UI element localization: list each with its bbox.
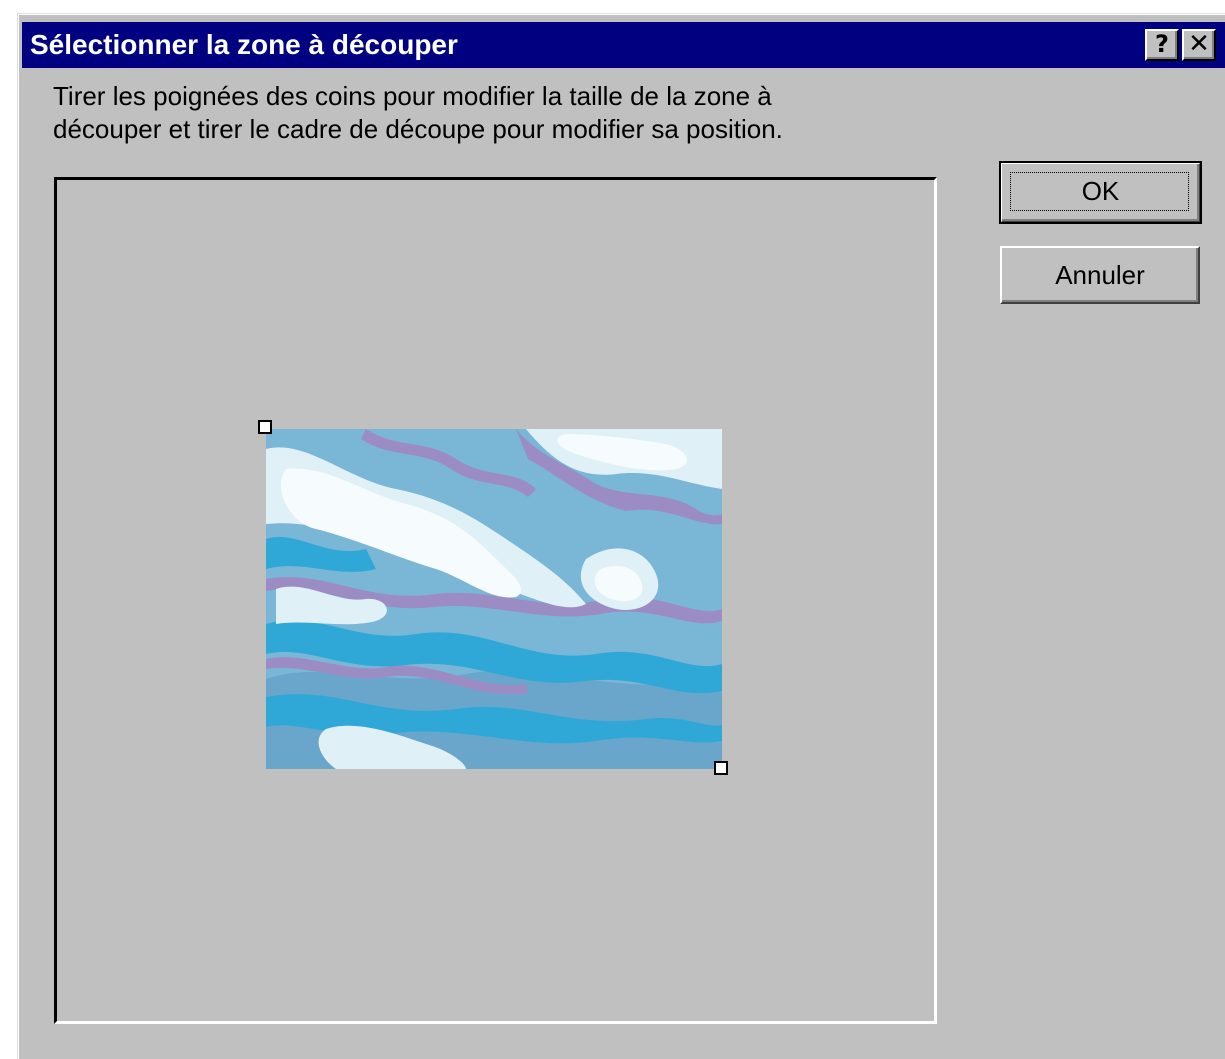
clouds-picture	[266, 429, 722, 769]
cancel-button[interactable]: Annuler	[1000, 246, 1200, 304]
instruction-line-2: découper et tirer le cadre de découpe po…	[53, 114, 783, 144]
crop-dialog: Sélectionner la zone à découper ? ✕ Tire…	[17, 13, 1225, 1059]
instruction-text: Tirer les poignées des coins pour modifi…	[53, 80, 953, 146]
ok-button[interactable]: OK	[999, 161, 1202, 224]
crop-selection-image[interactable]	[266, 429, 722, 769]
ok-button-label: OK	[1081, 176, 1120, 206]
cancel-button-label: Annuler	[1055, 260, 1145, 290]
crop-handle-top-left[interactable]	[258, 420, 272, 434]
instruction-line-1: Tirer les poignées des coins pour modifi…	[53, 81, 772, 111]
help-button[interactable]: ?	[1145, 29, 1179, 61]
dialog-title: Sélectionner la zone à découper	[30, 29, 458, 60]
close-button[interactable]: ✕	[1182, 29, 1216, 61]
question-mark-icon: ?	[1155, 30, 1169, 58]
close-icon: ✕	[1188, 29, 1210, 59]
crop-handle-bottom-right[interactable]	[714, 761, 728, 775]
title-bar[interactable]: Sélectionner la zone à découper ? ✕	[22, 22, 1225, 68]
